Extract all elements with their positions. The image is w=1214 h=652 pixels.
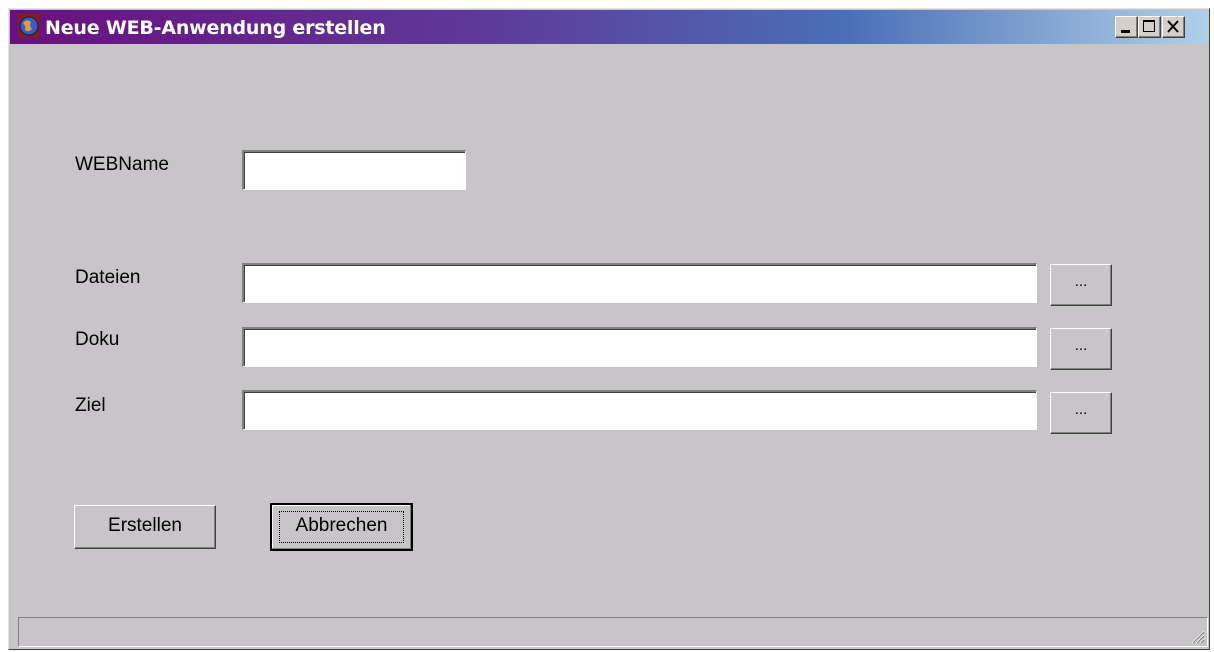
close-icon bbox=[1167, 20, 1179, 33]
ziel-label: Ziel bbox=[75, 395, 106, 416]
cancel-button[interactable]: Abbrechen bbox=[270, 503, 413, 551]
app-globe-icon bbox=[18, 14, 40, 38]
window-title: Neue WEB-Anwendung erstellen bbox=[45, 17, 386, 39]
maximize-icon bbox=[1143, 20, 1155, 32]
dateien-input[interactable] bbox=[242, 263, 1037, 303]
ziel-input[interactable] bbox=[242, 390, 1037, 430]
create-button-label: Erstellen bbox=[108, 515, 182, 536]
dateien-label: Dateien bbox=[75, 267, 141, 288]
minimize-button[interactable] bbox=[1115, 16, 1138, 38]
doku-input[interactable] bbox=[242, 327, 1037, 367]
resize-grip-icon[interactable] bbox=[1187, 626, 1205, 644]
webname-label: WEBName bbox=[75, 154, 169, 175]
minimize-icon bbox=[1121, 30, 1130, 33]
webname-input[interactable] bbox=[242, 150, 466, 190]
dialog-window: Neue WEB-Anwendung erstellen WEBName Dat… bbox=[8, 8, 1210, 650]
close-button[interactable] bbox=[1162, 16, 1185, 38]
doku-browse-button[interactable]: ... bbox=[1050, 328, 1112, 370]
status-bar bbox=[18, 617, 1208, 647]
ziel-browse-button[interactable]: ... bbox=[1050, 392, 1112, 434]
maximize-button[interactable] bbox=[1138, 16, 1161, 38]
title-bar[interactable]: Neue WEB-Anwendung erstellen bbox=[10, 10, 1208, 44]
create-button[interactable]: Erstellen bbox=[74, 505, 216, 549]
doku-label: Doku bbox=[75, 329, 120, 350]
dateien-browse-button[interactable]: ... bbox=[1050, 264, 1112, 306]
cancel-button-label: Abbrechen bbox=[295, 515, 388, 536]
